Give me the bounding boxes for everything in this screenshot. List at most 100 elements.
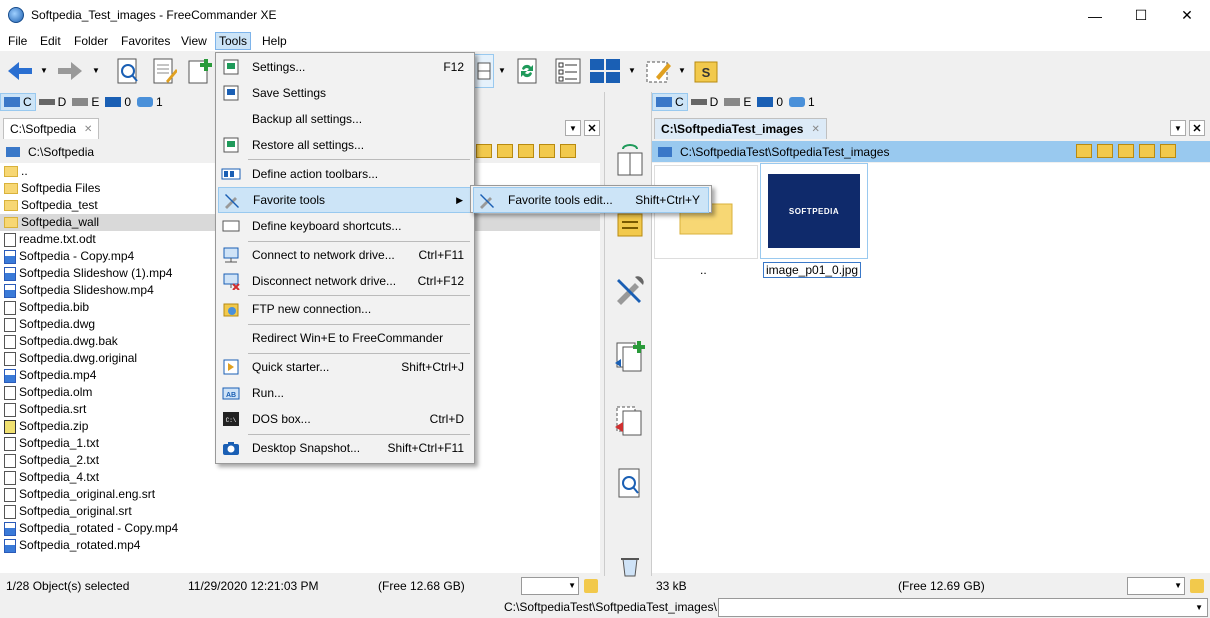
tools-menu: Settings... F12 Save Settings Backup all … [215,52,475,464]
menu-help[interactable]: Help [258,32,291,50]
right-drive-d[interactable]: D [688,93,722,111]
new-file-icon[interactable] [184,54,214,88]
thumb-image[interactable]: SOFTPEDIA [760,163,868,259]
menu-edit[interactable]: Edit [36,32,65,50]
layout-dropdown-icon[interactable]: ▼ [628,66,636,75]
tools-run[interactable]: AB Run... [218,380,472,406]
softpedia-s-icon[interactable]: S [690,54,722,88]
parent-folder-icon[interactable] [1118,144,1134,158]
compare-icon[interactable] [610,140,650,180]
move-files-icon[interactable] [610,400,650,440]
copy-files-icon[interactable] [610,336,650,376]
forward-dropdown-icon[interactable]: ▼ [92,66,100,75]
tools-desktop-snapshot[interactable]: Desktop Snapshot... Shift+Ctrl+F11 [218,435,472,461]
tools-settings[interactable]: Settings... F12 [218,54,472,80]
split-dropdown-icon[interactable]: ▼ [498,66,506,75]
right-desktop-0[interactable]: 0 [754,93,786,111]
left-path-text: C:\Softpedia [28,144,95,159]
menu-tools[interactable]: Tools [215,32,252,50]
tools-ftp-new-connection[interactable]: FTP new connection... [218,296,472,322]
favorite-folder-icon[interactable] [1097,144,1113,158]
right-filter-icon[interactable] [1190,579,1204,593]
history-icon[interactable] [1076,144,1092,158]
left-filter-icon[interactable] [584,579,598,593]
tools-restore-settings[interactable]: Restore all settings... [218,132,472,158]
back-dropdown-icon[interactable]: ▼ [40,66,48,75]
right-status-size: 33 kB [656,579,687,593]
softpedia-logo: SOFTPEDIA [768,174,860,248]
tools-define-keyboard-shortcuts[interactable]: Define keyboard shortcuts... [218,213,472,239]
tools-connect-network-drive[interactable]: Connect to network drive... Ctrl+F11 [218,242,472,268]
thumb-image-label: image_p01_0.jpg [763,262,862,278]
file-name: Softpedia Slideshow.mp4 [19,283,154,297]
tools-define-action-toolbars[interactable]: Define action toolbars... [218,161,472,187]
list-item[interactable]: Softpedia_4.txt [0,469,600,486]
favorite-tools-edit[interactable]: Favorite tools edit... Shift+Ctrl+Y [473,187,709,213]
list-item[interactable]: Softpedia_rotated - Copy.mp4 [0,520,600,537]
checklist-icon[interactable] [552,54,584,88]
left-drive-d[interactable]: D [36,93,70,111]
left-tab-dropdown-icon[interactable]: ▼ [565,120,581,136]
tools-icon[interactable] [610,270,650,310]
right-filter-combo[interactable]: ▼ [1127,577,1185,595]
sync-icon[interactable] [511,54,543,88]
left-network-1[interactable]: 1 [134,93,166,111]
tools-disconnect-network-drive[interactable]: Disconnect network drive... Ctrl+F12 [218,268,472,294]
copy-path-icon[interactable] [1160,144,1176,158]
menu-file[interactable]: File [4,32,31,50]
close-button[interactable]: ✕ [1164,0,1210,31]
list-item[interactable]: Softpedia_original.srt [0,503,600,520]
view-file-large-icon[interactable] [610,464,650,504]
tools-save-settings[interactable]: Save Settings [218,80,472,106]
menu-view[interactable]: View [177,32,211,50]
view-file-icon[interactable] [112,54,144,88]
right-network-1[interactable]: 1 [786,93,818,111]
left-tab-softpedia[interactable]: C:\Softpedia ✕ [3,118,100,139]
parent-folder-icon[interactable] [518,144,534,158]
file-name: Softpedia.dwg.bak [19,334,118,348]
tools-redirect-win-e[interactable]: Redirect Win+E to FreeCommander [218,325,472,351]
left-tab-close-icon[interactable]: ✕ [584,120,600,136]
list-item[interactable]: Softpedia_original.eng.srt [0,486,600,503]
file-name: Softpedia_original.srt [19,504,132,518]
tab-close-icon[interactable]: ✕ [84,124,92,135]
root-folder-icon[interactable] [539,144,555,158]
left-filter-combo[interactable]: ▼ [521,577,579,595]
tools-favorite-tools[interactable]: Favorite tools ▶ [218,187,472,213]
maximize-button[interactable]: ☐ [1118,0,1164,31]
command-line-input[interactable]: ▼ [718,598,1208,617]
left-desktop-0[interactable]: 0 [102,93,134,111]
tools-backup-settings[interactable]: Backup all settings... [218,106,472,132]
left-status-selected: 1/28 Object(s) selected [6,579,130,593]
file-name: readme.txt.odt [19,232,96,246]
favorite-folder-icon[interactable] [497,144,513,158]
right-drive-c[interactable]: C [652,93,688,111]
tools-quick-starter[interactable]: Quick starter... Shift+Ctrl+J [218,354,472,380]
list-item[interactable]: Softpedia_rotated.mp4 [0,537,600,554]
right-tab-dropdown-icon[interactable]: ▼ [1170,120,1186,136]
file-name: Softpedia.zip [19,419,89,433]
tab-close-icon[interactable]: ✕ [811,124,819,135]
tools-dos-box[interactable]: C:\ DOS box... Ctrl+D [218,406,472,432]
edit-toolbar-icon[interactable] [642,54,674,88]
edit-file-icon[interactable] [148,54,180,88]
split-view-icon[interactable] [474,54,494,88]
left-drive-e[interactable]: E [69,93,102,111]
right-drive-e[interactable]: E [721,93,754,111]
right-tab-images[interactable]: C:\SoftpediaTest_images ✕ [654,118,827,139]
file-icon [4,300,16,315]
layout-grid-icon[interactable] [589,54,621,88]
menu-folder[interactable]: Folder [70,32,112,50]
left-drive-c[interactable]: C [0,93,36,111]
edit-toolbar-dropdown-icon[interactable]: ▼ [678,66,686,75]
recycle-bin-icon[interactable] [610,556,650,577]
right-tab-close-icon[interactable]: ✕ [1189,120,1205,136]
minimize-button[interactable]: — [1072,0,1118,31]
menu-favorites[interactable]: Favorites [117,32,174,50]
forward-icon[interactable] [54,54,86,88]
history-icon[interactable] [476,144,492,158]
toolbar-icon [221,164,241,184]
root-folder-icon[interactable] [1139,144,1155,158]
copy-path-icon[interactable] [560,144,576,158]
back-icon[interactable] [4,54,36,88]
